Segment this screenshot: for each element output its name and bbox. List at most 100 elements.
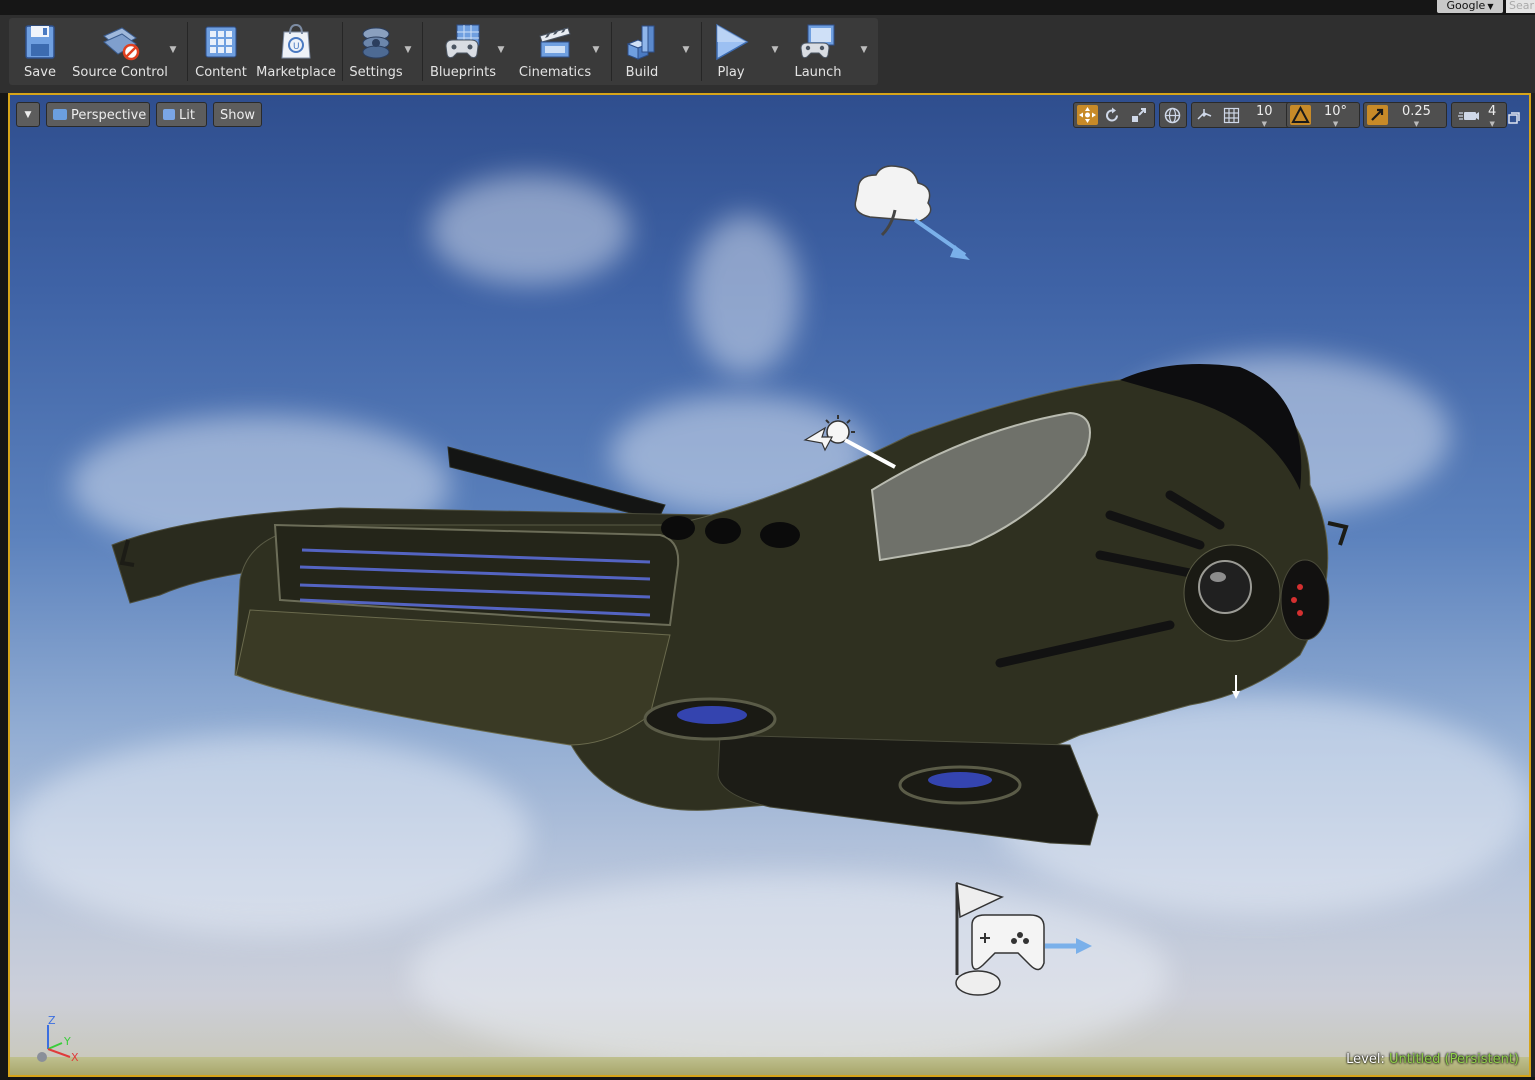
cinematics-dropdown-arrow[interactable]: ▼ <box>591 45 601 55</box>
chevron-down-icon: ▼ <box>1261 120 1267 128</box>
toolbar-separator <box>187 22 188 81</box>
maximize-viewport-button[interactable] <box>1508 109 1520 124</box>
chevron-down-icon: ▼ <box>1413 120 1420 128</box>
angle-icon <box>1291 105 1310 123</box>
toolbar-separator <box>611 22 612 81</box>
search-provider-label: Google <box>1446 0 1486 12</box>
rotation-snap-group: 10° ▼ <box>1286 102 1360 128</box>
build-label: Build <box>625 65 659 80</box>
camera-speed-icon <box>1458 112 1479 120</box>
show-flags-button[interactable]: Show <box>213 102 262 127</box>
sky-atmosphere-actor-icon[interactable] <box>854 165 970 260</box>
perspective-label: Perspective <box>71 108 147 123</box>
content-button[interactable]: Content <box>193 18 249 85</box>
perspective-view-button[interactable]: Perspective <box>46 102 150 127</box>
blueprints-dropdown-arrow[interactable]: ▼ <box>496 45 506 55</box>
hover-ship-mesh[interactable] <box>111 363 1349 846</box>
camera-speed-group[interactable]: 4 ▼ <box>1451 102 1507 128</box>
ground-plane <box>10 1057 1529 1075</box>
grid-snap-value-text: 10 <box>1256 104 1273 119</box>
level-viewport[interactable]: ▼ Perspective Lit Show 10▼ 10°▼ 0.25▼ <box>8 93 1531 1077</box>
maximize-icon <box>1508 112 1520 124</box>
source-control-button[interactable]: Source Control <box>71 18 169 85</box>
level-label: Level: <box>1346 1052 1385 1067</box>
axis-z-label: Z <box>48 1014 56 1027</box>
scale-icon <box>1132 108 1146 122</box>
player-start-icon[interactable] <box>955 881 1092 996</box>
search-provider-dropdown[interactable]: Google ▼ <box>1437 0 1503 13</box>
marketplace-label: Marketplace <box>256 65 336 80</box>
settings-dropdown-arrow[interactable]: ▼ <box>403 45 413 55</box>
marketplace-button[interactable]: U Marketplace <box>256 18 336 85</box>
save-label: Save <box>24 65 56 80</box>
cinematics-icon <box>539 27 571 58</box>
show-label: Show <box>219 108 256 123</box>
build-dropdown-arrow[interactable]: ▼ <box>681 45 691 55</box>
build-button[interactable]: Build <box>617 18 667 85</box>
toolbar-separator <box>422 22 423 81</box>
lit-view-mode-button[interactable]: Lit <box>156 102 207 127</box>
directional-light-icon[interactable] <box>803 415 896 469</box>
toolbar-separator <box>342 22 343 81</box>
coordinate-system-button[interactable] <box>1159 102 1187 128</box>
svg-text:U: U <box>293 42 300 52</box>
play-label: Play <box>717 65 745 80</box>
content-label: Content <box>195 65 247 80</box>
content-icon <box>205 26 237 58</box>
rotation-snap-toggle[interactable] <box>1290 105 1311 125</box>
rotate-tool-button[interactable] <box>1104 107 1121 124</box>
rotate-icon <box>1106 107 1118 122</box>
play-dropdown-arrow[interactable]: ▼ <box>770 45 780 55</box>
rotation-snap-value[interactable]: 10° ▼ <box>1324 104 1348 128</box>
level-editor-toolbar: Save Source Control ▼ Content U Marketpl… <box>9 18 878 85</box>
cinematics-label: Cinematics <box>518 65 592 80</box>
help-icon <box>37 1052 47 1062</box>
grid-snap-icon[interactable] <box>1223 107 1240 124</box>
launch-icon <box>800 24 835 59</box>
chevron-down-icon: ▼ <box>1487 2 1494 11</box>
save-icon <box>25 25 55 59</box>
launch-label: Launch <box>794 65 842 80</box>
viewport-options-dropdown[interactable]: ▼ <box>16 102 40 127</box>
level-indicator: Level: Untitled (Persistent) <box>1346 1052 1519 1067</box>
play-icon <box>716 23 749 61</box>
scale-snap-icon <box>1371 108 1384 121</box>
chevron-down-icon: ▼ <box>1332 120 1339 128</box>
marketplace-icon: U <box>281 23 311 59</box>
title-bar-strip: Google ▼ Sear <box>0 0 1535 15</box>
surface-snap-icon[interactable] <box>1196 107 1213 124</box>
blueprints-icon <box>445 24 480 59</box>
blueprints-button[interactable]: Blueprints <box>427 18 499 85</box>
settings-label: Settings <box>349 65 403 80</box>
source-control-label: Source Control <box>72 65 168 80</box>
build-icon <box>626 25 655 60</box>
axis-gizmo: Z Y X <box>37 1014 79 1063</box>
toolbar-separator <box>701 22 702 81</box>
rotation-snap-value-text: 10° <box>1324 104 1348 119</box>
launch-button[interactable]: Launch <box>787 18 849 85</box>
save-button[interactable]: Save <box>13 18 67 85</box>
chevron-down-icon: ▼ <box>24 110 32 120</box>
chevron-down-icon: ▼ <box>1489 120 1495 128</box>
camera-speed-value-text: 4 <box>1488 104 1497 119</box>
settings-button[interactable]: Settings <box>347 18 405 85</box>
search-input[interactable]: Sear <box>1506 0 1535 13</box>
cinematics-button[interactable]: Cinematics <box>515 18 595 85</box>
globe-icon <box>1164 107 1181 124</box>
scale-snap-toggle[interactable] <box>1367 105 1388 125</box>
source-control-icon <box>103 27 140 61</box>
play-button[interactable]: Play <box>707 18 755 85</box>
camera-speed-value: 4 ▼ <box>1488 104 1497 128</box>
source-control-dropdown-arrow[interactable]: ▼ <box>168 45 178 55</box>
translate-tool-button[interactable] <box>1077 105 1098 125</box>
grid-snap-value[interactable]: 10 ▼ <box>1256 104 1273 128</box>
scale-tool-button[interactable] <box>1130 107 1147 124</box>
axis-y-label: Y <box>63 1035 71 1048</box>
scale-snap-value-text: 0.25 <box>1402 104 1431 119</box>
move-icon <box>1079 107 1096 123</box>
blueprints-label: Blueprints <box>429 65 497 80</box>
scale-snap-value[interactable]: 0.25 ▼ <box>1402 104 1431 128</box>
transform-tools-group <box>1073 102 1155 128</box>
launch-dropdown-arrow[interactable]: ▼ <box>859 45 869 55</box>
perspective-icon <box>53 109 67 120</box>
